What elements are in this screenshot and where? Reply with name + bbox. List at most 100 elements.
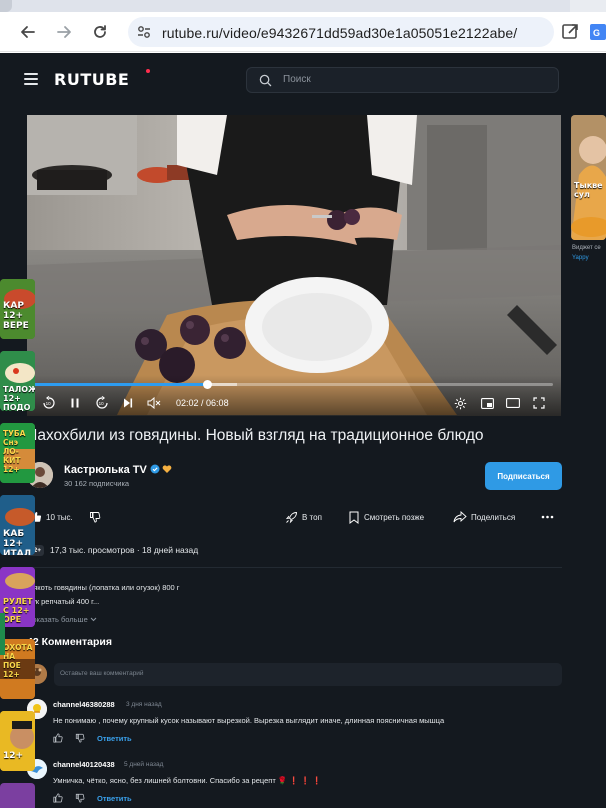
gear-icon bbox=[454, 397, 466, 409]
forward-button[interactable] bbox=[52, 20, 76, 44]
widget-source[interactable]: Yappy bbox=[572, 255, 589, 261]
muted-speaker-icon bbox=[147, 397, 161, 409]
like-count: 10 тыс. bbox=[46, 512, 73, 522]
thumbs-up-icon[interactable] bbox=[53, 793, 63, 803]
heart-badge-icon bbox=[162, 465, 172, 473]
reload-icon bbox=[94, 25, 106, 38]
to-top-button[interactable]: В топ bbox=[285, 508, 322, 526]
menu-icon[interactable] bbox=[24, 73, 38, 85]
open-external-icon bbox=[562, 24, 578, 39]
timecode: 02:02 / 06:08 bbox=[176, 398, 229, 408]
thumb-label: 12+ bbox=[3, 751, 24, 761]
forward-10-button[interactable]: 10 bbox=[93, 394, 111, 412]
next-button[interactable] bbox=[119, 394, 137, 412]
forward-seconds: 10 bbox=[99, 401, 105, 406]
mute-button[interactable] bbox=[145, 394, 163, 412]
thumb-label: ТАЛОЖН 12+ ПОДО bbox=[3, 385, 35, 411]
svg-text:G: G bbox=[593, 28, 600, 38]
more-options-button[interactable] bbox=[541, 508, 554, 526]
sidebar-video-thumb[interactable]: ОХОТА НА ПОЕ 12+ bbox=[0, 639, 35, 699]
url-text: rutube.ru/video/e9432671dd59ad30e1a05051… bbox=[162, 25, 518, 41]
show-more-label: Показать больше bbox=[27, 615, 88, 624]
sidebar-video-thumb[interactable]: РУЛЕТ С 12+ ОРЕ bbox=[0, 567, 35, 627]
fullscreen-icon bbox=[533, 397, 545, 409]
widget-thumbnail bbox=[571, 115, 606, 240]
share-button[interactable]: Поделиться bbox=[453, 508, 515, 526]
comment-time: 5 дней назад bbox=[124, 761, 164, 768]
rutube-logo[interactable]: RUTUBE bbox=[54, 70, 129, 89]
settings-button[interactable] bbox=[451, 394, 469, 412]
theater-icon bbox=[506, 398, 520, 408]
rocket-icon bbox=[285, 511, 297, 523]
sidebar-video-thumb[interactable]: КАБ 12+ ИТАЛ bbox=[0, 495, 35, 555]
back-button[interactable] bbox=[16, 20, 40, 44]
thumb-label: РУЛЕТ С 12+ ОРЕ bbox=[3, 597, 33, 624]
video-player[interactable]: 10 10 02:02 / 06:08 bbox=[27, 115, 561, 416]
reply-button[interactable]: Ответить bbox=[97, 794, 132, 803]
theater-mode-button[interactable] bbox=[504, 394, 522, 412]
thumb-label: Тыкве сул bbox=[574, 181, 603, 199]
thumbs-up-icon[interactable] bbox=[53, 733, 63, 743]
pause-button[interactable] bbox=[66, 394, 84, 412]
share-icon bbox=[453, 511, 467, 523]
reply-button[interactable]: Ответить bbox=[97, 734, 132, 743]
description-line-1: Мякоть говядины (лопатка или огузок) 800… bbox=[27, 583, 180, 592]
thumb-label: КАБ 12+ ИТАЛ bbox=[3, 529, 32, 555]
next-icon bbox=[124, 398, 133, 408]
channel-name[interactable]: Кастрюлька TV bbox=[64, 464, 147, 476]
search-placeholder: Поиск bbox=[283, 74, 311, 85]
thumbs-down-icon[interactable] bbox=[75, 793, 85, 803]
rewind-10-button[interactable]: 10 bbox=[40, 394, 58, 412]
picture-in-picture-icon bbox=[480, 397, 494, 409]
back-arrow-icon bbox=[21, 26, 35, 38]
thumbs-down-icon[interactable] bbox=[75, 733, 85, 743]
progress-played bbox=[35, 383, 207, 386]
widget-title: Виджет се bbox=[572, 245, 601, 251]
show-more-link[interactable]: Показать больше bbox=[27, 615, 97, 624]
more-dots-icon bbox=[541, 515, 554, 519]
thumb-label: КАР 12+ ВЕРЕ bbox=[3, 301, 29, 331]
thumbs-down-icon bbox=[90, 512, 101, 523]
sidebar-video-thumb[interactable]: ТАЛОЖН 12+ ПОДО bbox=[0, 351, 35, 411]
sidebar-widget-video[interactable]: Тыкве сул bbox=[571, 115, 606, 240]
description-line-2: Лук репчатый 400 г... bbox=[27, 597, 100, 606]
subscribe-button[interactable]: Подписаться bbox=[485, 462, 562, 490]
forward-arrow-icon bbox=[57, 26, 71, 38]
translate-button[interactable]: G bbox=[588, 20, 606, 44]
comment-input[interactable]: Оставьте ваш комментарий bbox=[54, 663, 562, 686]
comment-actions: Ответить bbox=[53, 733, 132, 743]
pip-button[interactable] bbox=[478, 394, 496, 412]
dislike-button[interactable] bbox=[89, 508, 101, 526]
fullscreen-button[interactable] bbox=[530, 394, 548, 412]
browser-toolbar: rutube.ru/video/e9432671dd59ad30e1a05051… bbox=[0, 12, 606, 52]
comment-time: 3 дня назад bbox=[126, 701, 162, 708]
subscriber-count: 30 162 подписчика bbox=[64, 479, 130, 488]
bookmark-icon bbox=[349, 511, 359, 524]
sidebar-video-thumb[interactable]: ТУБА Снэ ЛО-КИТ 12+ bbox=[0, 423, 35, 483]
comment-author[interactable]: channel46380288 bbox=[53, 700, 115, 709]
site-settings-icon[interactable] bbox=[136, 24, 152, 40]
thumb-label: ОХОТА НА ПОЕ 12+ bbox=[3, 643, 33, 679]
sidebar-video-thumb[interactable]: КАР 12+ ВЕРЕ bbox=[0, 279, 35, 339]
video-title: Чахохбили из говядины. Новый взгляд на т… bbox=[27, 427, 484, 444]
open-in-app-button[interactable] bbox=[558, 20, 582, 44]
address-bar[interactable]: rutube.ru/video/e9432671dd59ad30e1a05051… bbox=[128, 17, 554, 47]
like-button[interactable]: 10 тыс. bbox=[30, 508, 73, 526]
sidebar-video-thumb[interactable]: 12+ bbox=[0, 711, 35, 771]
comment-author[interactable]: channel40120438 bbox=[53, 760, 115, 769]
sidebar-video-thumb[interactable] bbox=[0, 783, 35, 808]
watch-later-label: Смотреть позже bbox=[364, 512, 425, 522]
rewind-icon: 10 bbox=[43, 396, 55, 409]
progress-scrubber[interactable] bbox=[203, 380, 212, 389]
reload-button[interactable] bbox=[88, 20, 112, 44]
browser-tab[interactable] bbox=[0, 0, 606, 12]
watch-later-button[interactable]: Смотреть позже bbox=[348, 508, 424, 526]
chevron-down-icon bbox=[90, 617, 97, 622]
search-icon bbox=[259, 74, 272, 87]
search-input[interactable]: Поиск bbox=[246, 67, 559, 93]
edge-strip bbox=[0, 613, 5, 655]
share-label: Поделиться bbox=[471, 512, 516, 522]
new-tab-area[interactable] bbox=[570, 0, 606, 12]
time-current: 02:02 bbox=[176, 398, 199, 408]
video-actions: 10 тыс. В топ Смотреть позже Поделиться bbox=[27, 508, 562, 526]
